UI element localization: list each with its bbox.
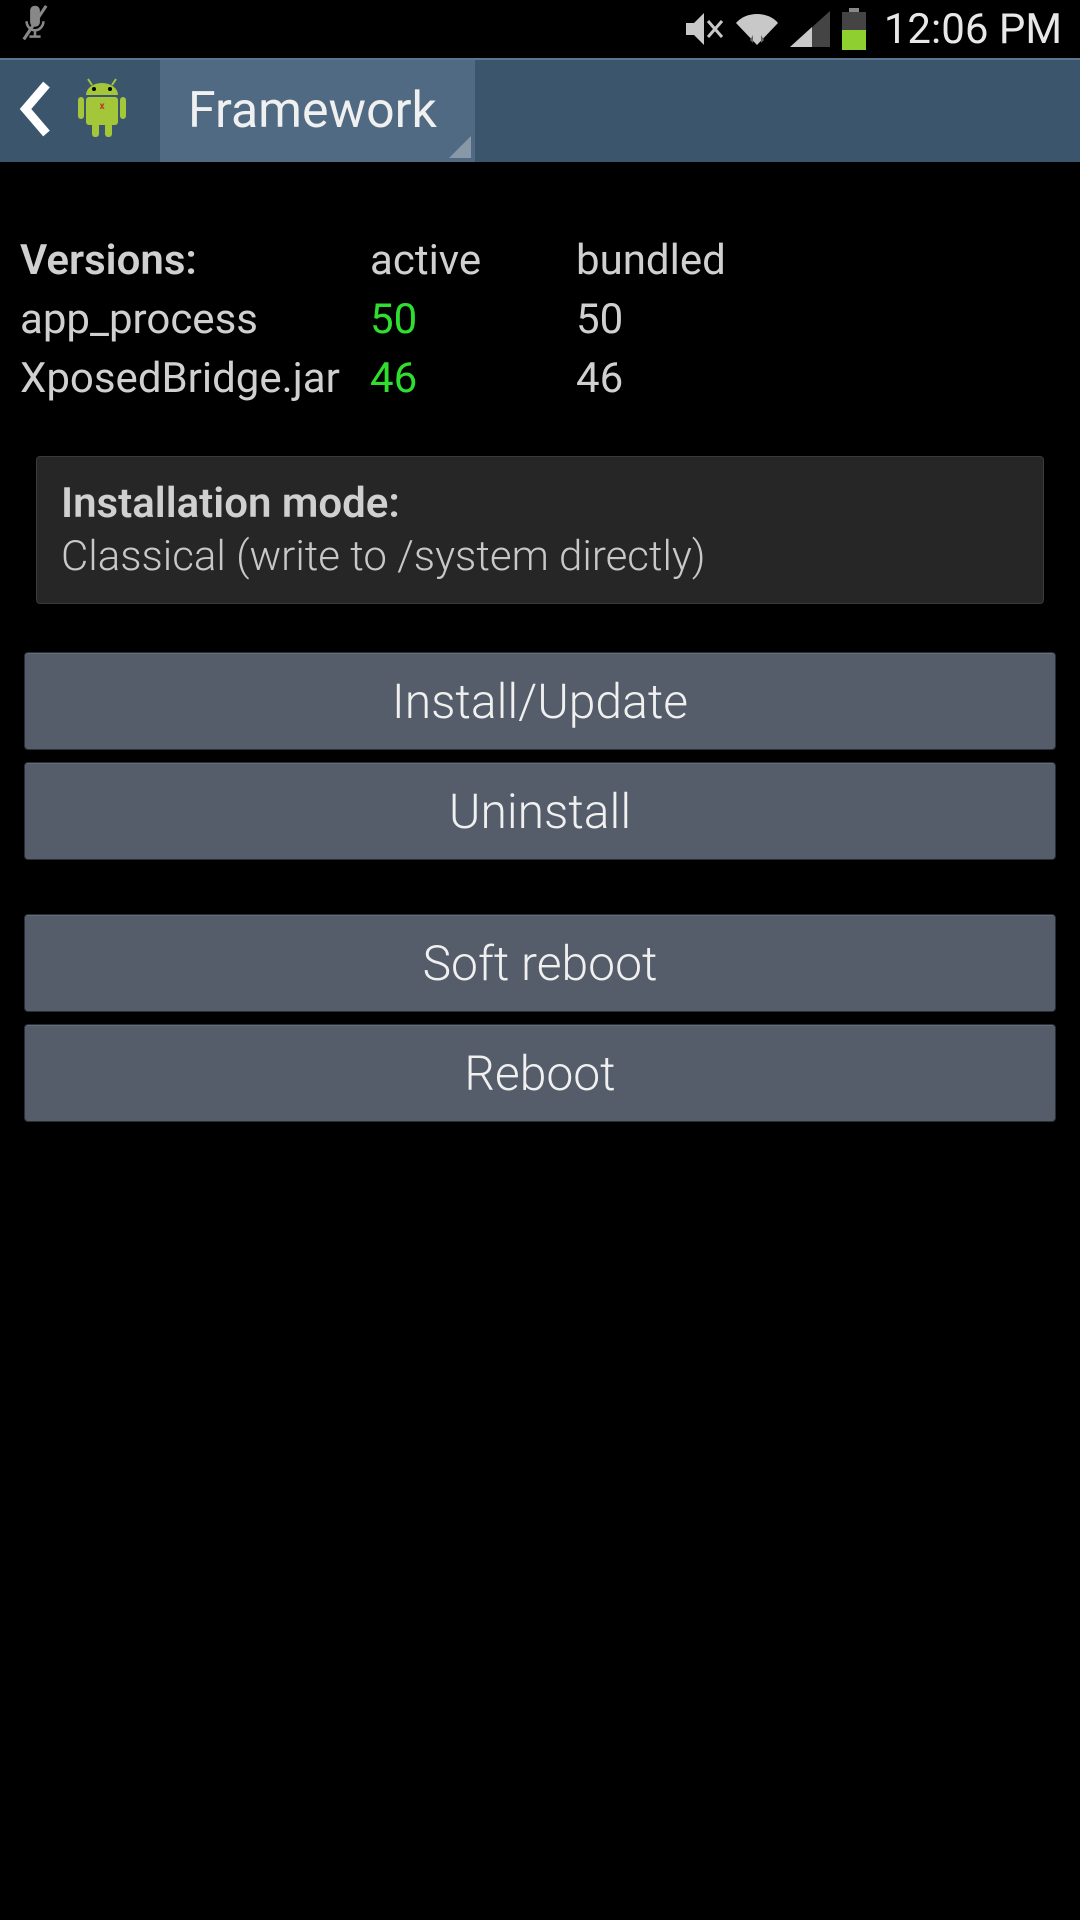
app-android-icon: x [72, 77, 132, 145]
page-title: Framework [188, 82, 437, 140]
version-active: 46 [370, 350, 576, 409]
dropdown-indicator-icon [449, 136, 471, 158]
version-name: XposedBridge.jar [20, 350, 370, 409]
versions-table: Versions: active bundled app_process 50 … [20, 182, 1060, 448]
versions-row: XposedBridge.jar 46 46 [20, 350, 1060, 409]
version-active: 50 [370, 291, 576, 350]
content-area: Versions: active bundled app_process 50 … [0, 162, 1080, 1130]
back-button[interactable]: x [0, 60, 160, 162]
version-name: app_process [20, 291, 370, 350]
installation-mode-box[interactable]: Installation mode: Classical (write to /… [36, 456, 1044, 604]
versions-col-active: active [370, 232, 576, 291]
versions-label: Versions: [20, 232, 370, 291]
reboot-button[interactable]: Reboot [24, 1024, 1056, 1122]
versions-row: app_process 50 50 [20, 291, 1060, 350]
version-bundled: 46 [576, 350, 1060, 409]
button-label: Soft reboot [423, 935, 658, 992]
versions-col-bundled: bundled [576, 232, 1060, 291]
status-time: 12:06 PM [884, 5, 1062, 54]
version-bundled: 50 [576, 291, 1060, 350]
install-button-group: Install/Update Uninstall [20, 644, 1060, 868]
install-update-button[interactable]: Install/Update [24, 652, 1056, 750]
button-label: Uninstall [449, 783, 631, 840]
mic-muted-icon [18, 3, 52, 45]
wifi-icon [734, 11, 780, 47]
installation-mode-label: Installation mode: [61, 479, 1019, 528]
button-label: Reboot [464, 1045, 615, 1102]
reboot-button-group: Soft reboot Reboot [20, 906, 1060, 1130]
soft-reboot-button[interactable]: Soft reboot [24, 914, 1056, 1012]
versions-header-row: Versions: active bundled [20, 232, 1060, 291]
installation-mode-value: Classical (write to /system directly) [61, 532, 1019, 581]
app-bar: x Framework [0, 58, 1080, 162]
signal-icon [790, 11, 830, 47]
volume-muted-icon [684, 11, 724, 47]
title-tab[interactable]: Framework [160, 60, 475, 162]
battery-icon [840, 8, 868, 50]
back-chevron-icon [18, 81, 54, 141]
uninstall-button[interactable]: Uninstall [24, 762, 1056, 860]
button-label: Install/Update [392, 673, 688, 730]
status-bar: 12:06 PM [0, 0, 1080, 58]
